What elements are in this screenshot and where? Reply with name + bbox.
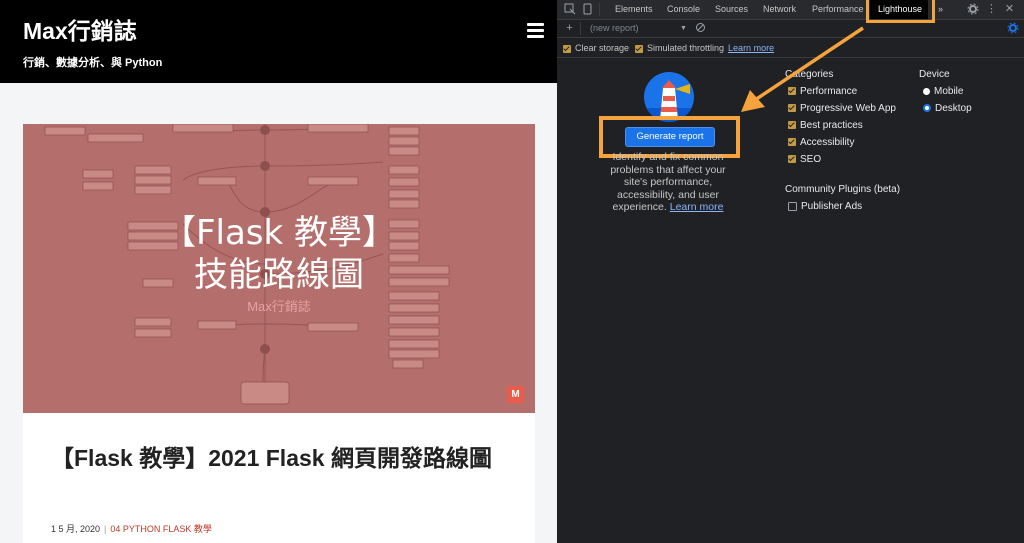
checkbox-icon[interactable] [788, 138, 796, 147]
category-label: SEO [800, 154, 822, 165]
device-mobile[interactable]: Mobile [923, 86, 963, 97]
post-category[interactable]: 04 PYTHON FLASK 教學 [110, 524, 212, 534]
learn-more-link[interactable]: Learn more [670, 201, 724, 213]
post-meta: 1 5 月, 2020 | 04 PYTHON FLASK 教學 [51, 524, 212, 534]
radio-selected-icon[interactable] [923, 104, 931, 113]
site-title[interactable]: Max行銷誌 [23, 12, 137, 46]
category-label: Progressive Web App [800, 103, 896, 114]
post-title[interactable]: 【Flask 教學】2021 Flask 網頁開發路線圖 [51, 440, 511, 477]
category-label: Performance [800, 86, 858, 97]
tab-network[interactable]: Network [763, 4, 796, 14]
category-label: Best practices [800, 120, 863, 131]
thumbnail-brand: Max行銷誌 [247, 299, 311, 314]
category-accessibility[interactable]: Accessibility [788, 137, 854, 148]
plugin-publisher-ads[interactable]: Publisher Ads [788, 201, 862, 212]
lighthouse-description: Identify and fix common problems that af… [601, 151, 735, 214]
site-header: Max行銷誌 行銷、數據分析、與 Python [0, 0, 557, 83]
devtools-panel: Elements Console Sources Network Perform… [557, 0, 1024, 543]
device-desktop[interactable]: Desktop [923, 103, 972, 114]
annotation-arrow [741, 26, 864, 112]
category-label: Accessibility [800, 137, 855, 148]
more-options-icon[interactable]: ⋮ [985, 3, 998, 16]
thumbnail-title-line1: 【Flask 教學】 [161, 213, 397, 253]
thumbnail-title: 【Flask 教學】 技能路線圖 [23, 212, 535, 296]
device-label: Mobile [934, 86, 964, 97]
post-date: 1 5 月, 2020 [51, 524, 101, 534]
close-icon[interactable]: ✕ [1003, 3, 1016, 16]
tab-sources[interactable]: Sources [715, 4, 748, 14]
checkbox-icon[interactable] [635, 44, 643, 53]
menu-icon[interactable] [527, 23, 544, 39]
category-best-practices[interactable]: Best practices [788, 120, 863, 131]
category-performance[interactable]: Performance [788, 86, 857, 97]
blog-page: Max行銷誌 行銷、數據分析、與 Python 【Flask 教學】 技能路線圖… [0, 0, 557, 543]
device-label: Desktop [935, 103, 972, 114]
plugin-label: Publisher Ads [801, 201, 863, 212]
learn-more-link-top[interactable]: Learn more [728, 43, 774, 53]
lighthouse-logo-icon [644, 72, 694, 122]
device-toolbar-icon[interactable] [581, 3, 594, 16]
device-title: Device [919, 69, 950, 80]
brand-badge-icon: M [507, 386, 524, 403]
category-seo[interactable]: SEO [788, 154, 821, 165]
post-card: 【Flask 教學】 技能路線圖 Max行銷誌 M 【Flask 教學】2021… [23, 124, 535, 543]
checkbox-icon[interactable] [788, 201, 797, 211]
inspect-element-icon[interactable] [563, 3, 576, 16]
lighthouse-settings-gear-icon[interactable] [1006, 22, 1019, 35]
lighthouse-options-bar: Clear storage Simulated throttling Learn … [557, 38, 1024, 58]
radio-icon[interactable] [923, 87, 930, 95]
simulated-throttling-option[interactable]: Simulated throttling Learn more [635, 43, 774, 53]
more-tabs-icon[interactable]: » [938, 4, 943, 14]
tab-console[interactable]: Console [667, 4, 700, 14]
clear-storage-label: Clear storage [575, 43, 630, 53]
category-pwa[interactable]: Progressive Web App [788, 103, 896, 114]
community-plugins-title: Community Plugins (beta) [785, 184, 901, 195]
clear-reports-icon[interactable] [694, 22, 707, 35]
lighthouse-toolbar: + (new report) ▼ [557, 20, 1024, 38]
thumbnail-title-line2: 技能路線圖 [194, 255, 364, 295]
settings-gear-icon[interactable] [966, 3, 979, 16]
checkbox-icon[interactable] [788, 87, 796, 96]
new-report-plus-icon[interactable]: + [563, 22, 576, 35]
simulated-throttling-label: Simulated throttling [647, 43, 725, 53]
checkbox-icon[interactable] [788, 121, 796, 130]
site-tagline: 行銷、數據分析、與 Python [23, 57, 163, 69]
checkbox-icon[interactable] [788, 155, 796, 164]
checkbox-icon[interactable] [563, 44, 571, 53]
categories-title: Categories [785, 69, 834, 80]
devtools-tabbar: Elements Console Sources Network Perform… [557, 0, 1024, 23]
post-thumbnail[interactable]: 【Flask 教學】 技能路線圖 Max行銷誌 M [23, 124, 535, 413]
checkbox-icon[interactable] [788, 104, 796, 113]
tab-performance[interactable]: Performance [812, 4, 864, 14]
report-select[interactable]: (new report) [590, 23, 639, 33]
chevron-down-icon[interactable]: ▼ [677, 22, 690, 35]
clear-storage-option[interactable]: Clear storage [563, 43, 629, 53]
tab-elements[interactable]: Elements [615, 4, 653, 14]
